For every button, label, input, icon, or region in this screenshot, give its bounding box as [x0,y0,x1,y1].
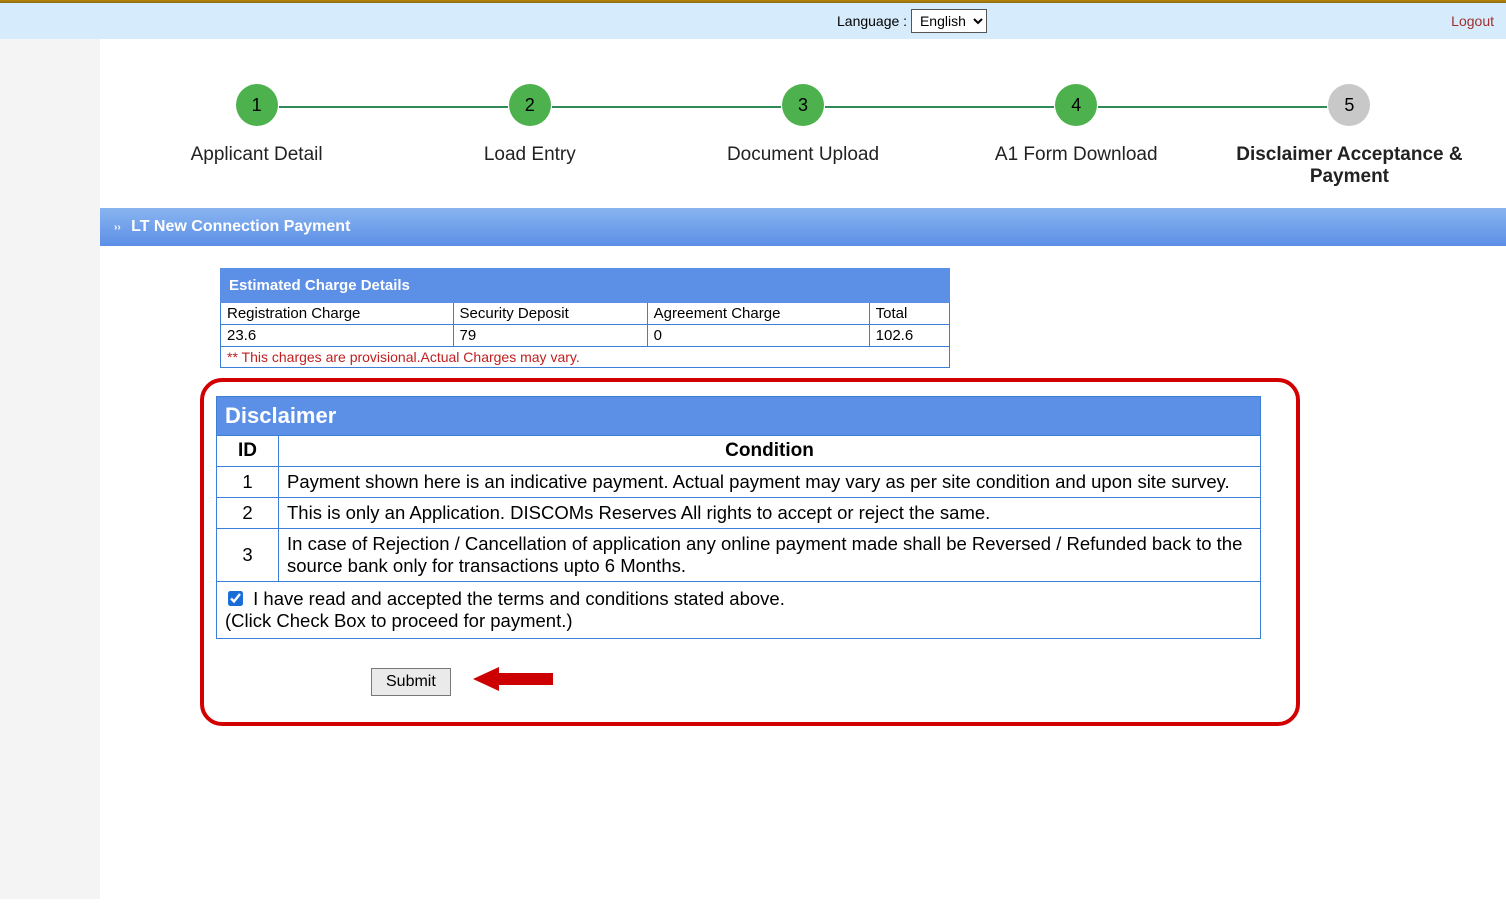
est-title: Estimated Charge Details [221,269,950,303]
est-value: 23.6 [221,325,454,347]
disclaimer-condition: In case of Rejection / Cancellation of a… [279,529,1261,582]
stepper: 1 Applicant Detail 2 Load Entry 3 Docume… [100,39,1506,208]
disclaimer-id: 3 [217,529,279,582]
top-bar: Language : English Logout [0,3,1506,39]
disclaimer-title: Disclaimer [217,397,1261,436]
submit-button[interactable]: Submit [371,668,451,696]
language-label: Language : [837,13,907,29]
disclaimer-condition: This is only an Application. DISCOMs Res… [279,498,1261,529]
table-row: 3 In case of Rejection / Cancellation of… [217,529,1261,582]
est-value: 102.6 [869,325,949,347]
est-header: Security Deposit [453,303,647,325]
step-label: A1 Form Download [940,144,1213,166]
disclaimer-id: 2 [217,498,279,529]
accept-terms-hint: (Click Check Box to proceed for payment.… [225,610,573,631]
table-row: 1 Payment shown here is an indicative pa… [217,467,1261,498]
step-applicant-detail[interactable]: 1 Applicant Detail [120,84,393,166]
chevron-right-icon: ›› [114,222,121,233]
est-value: 0 [647,325,869,347]
est-header: Total [869,303,949,325]
step-number: 4 [1055,84,1097,126]
step-a1-form-download[interactable]: 4 A1 Form Download [940,84,1213,166]
logout-link[interactable]: Logout [1451,13,1494,29]
step-document-upload[interactable]: 3 Document Upload [666,84,939,166]
step-load-entry[interactable]: 2 Load Entry [393,84,666,166]
step-number: 1 [236,84,278,126]
step-label: Applicant Detail [120,144,393,166]
step-label: Document Upload [666,144,939,166]
section-title: LT New Connection Payment [131,218,350,235]
est-header: Registration Charge [221,303,454,325]
estimated-charge-table: Estimated Charge Details Registration Ch… [220,268,950,368]
step-label: Disclaimer Acceptance & Payment [1213,144,1486,188]
step-disclaimer-payment[interactable]: 5 Disclaimer Acceptance & Payment [1213,84,1486,188]
disclaimer-col-cond: Condition [279,436,1261,467]
disclaimer-highlight-box: Disclaimer ID Condition 1 Payment shown … [200,378,1300,726]
accept-terms-text: I have read and accepted the terms and c… [253,588,785,609]
disclaimer-table: Disclaimer ID Condition 1 Payment shown … [216,396,1261,639]
disclaimer-col-id: ID [217,436,279,467]
step-label: Load Entry [393,144,666,166]
step-number: 5 [1328,84,1370,126]
step-number: 2 [509,84,551,126]
disclaimer-id: 1 [217,467,279,498]
est-note: ** This charges are provisional.Actual C… [221,347,950,368]
section-header: ›› LT New Connection Payment [100,208,1506,246]
disclaimer-condition: Payment shown here is an indicative paym… [279,467,1261,498]
left-gutter [0,39,100,899]
arrow-left-icon [473,665,553,698]
step-number: 3 [782,84,824,126]
est-header: Agreement Charge [647,303,869,325]
est-value: 79 [453,325,647,347]
table-row: 2 This is only an Application. DISCOMs R… [217,498,1261,529]
language-select[interactable]: English [911,9,987,33]
accept-terms-checkbox[interactable] [228,591,243,606]
